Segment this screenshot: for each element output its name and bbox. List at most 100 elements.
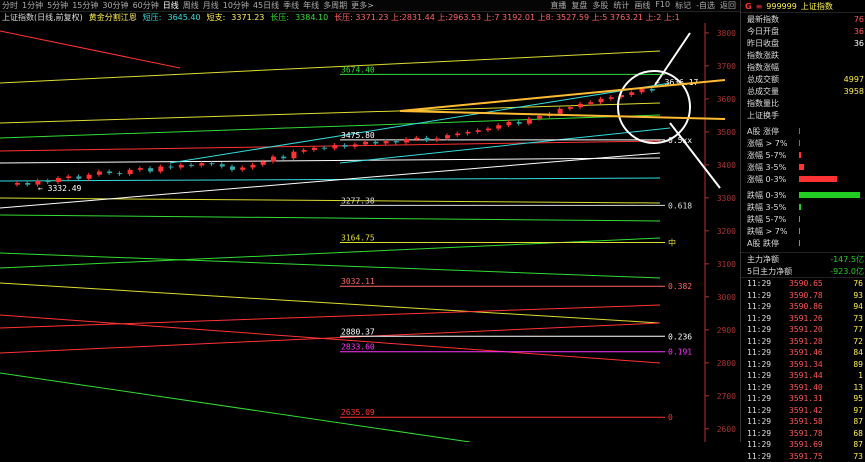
quote-label: 总成交量 xyxy=(747,86,779,97)
period-tab[interactable]: 日线 xyxy=(163,0,179,11)
period-tab[interactable]: 周线 xyxy=(183,0,199,11)
fib-level-ratio: 中 xyxy=(668,237,676,247)
toolbar-button[interactable]: F10 xyxy=(655,0,670,11)
tick-price: 3591.42 xyxy=(789,406,843,415)
tick-time: 11:29 xyxy=(747,417,789,426)
period-tab[interactable]: 10分钟 xyxy=(223,0,249,11)
y-tick-label: 3200 xyxy=(717,227,736,236)
tick-row: 11:293591.7573 xyxy=(741,451,865,462)
quote-row: 今日开盘36 xyxy=(741,25,865,37)
toolbar-button[interactable]: 画线 xyxy=(634,0,650,11)
quote-value: 36 xyxy=(854,39,864,48)
tick-row: 11:293591.6987 xyxy=(741,439,865,451)
candle-body xyxy=(517,122,522,124)
tick-price: 3591.20 xyxy=(789,325,843,334)
chart-svg[interactable]: 3800370036003500340033003200310030002900… xyxy=(0,23,738,442)
fib-level-ratio: 0.382 xyxy=(668,282,692,291)
period-tab[interactable]: 1分钟 xyxy=(22,0,43,11)
candle-body xyxy=(158,167,163,172)
tick-time: 11:29 xyxy=(747,302,789,311)
short-support-value: 3371.23 xyxy=(231,13,264,22)
kline-chart[interactable]: 3800370036003500340033003200310030002900… xyxy=(0,23,738,442)
tick-volume: 93 xyxy=(843,291,863,300)
fib-level-price: 2635.09 xyxy=(341,408,375,417)
toolbar-button[interactable]: 返回 xyxy=(720,0,736,11)
tick-price: 3591.46 xyxy=(789,348,843,357)
candle-body xyxy=(97,171,102,174)
trend-line xyxy=(0,115,660,138)
candle-body xyxy=(250,165,255,168)
quote-row: 指数涨幅 xyxy=(741,61,865,73)
period-tab[interactable]: 5分钟 xyxy=(47,0,68,11)
breadth-label: 涨幅 5-7% xyxy=(747,150,799,161)
breadth-row: 涨幅 3-5% xyxy=(741,161,865,173)
toolbar-button[interactable]: 直播 xyxy=(550,0,566,11)
trend-line xyxy=(0,31,180,68)
tick-time: 11:29 xyxy=(747,371,789,380)
tick-volume: 95 xyxy=(843,394,863,403)
info-extra: 长压: 3371.23 上:2831.44 上:2963.53 上:7 3192… xyxy=(334,12,679,23)
tick-price: 3591.75 xyxy=(789,452,843,461)
long-pressure-value: 3384.10 xyxy=(295,13,328,22)
tick-volume: 87 xyxy=(843,417,863,426)
menu-icon[interactable]: ≡ xyxy=(756,2,763,11)
period-tab[interactable]: 更多> xyxy=(351,0,374,11)
fib-level-price: 3032.11 xyxy=(341,277,375,286)
short-support-label: 短支: xyxy=(207,12,226,23)
tick-time: 11:29 xyxy=(747,325,789,334)
breadth-row: 跌幅 5-7% xyxy=(741,213,865,225)
tick-row: 11:293591.4684 xyxy=(741,347,865,359)
tick-price: 3591.40 xyxy=(789,383,843,392)
annotation-arrow xyxy=(670,123,720,188)
period-tab[interactable]: 年线 xyxy=(303,0,319,11)
tick-row: 11:293591.3195 xyxy=(741,393,865,405)
y-tick-label: 3600 xyxy=(717,95,736,104)
period-tab[interactable]: 月线 xyxy=(203,0,219,11)
period-tab[interactable]: 分时 xyxy=(2,0,18,11)
breadth-bar xyxy=(799,228,800,234)
tick-time: 11:29 xyxy=(747,429,789,438)
y-tick-label: 3700 xyxy=(717,62,736,71)
trend-line xyxy=(170,83,670,163)
candle-body xyxy=(486,129,491,131)
quote-row: 指数量比 xyxy=(741,97,865,109)
period-tab[interactable]: 多周期 xyxy=(323,0,347,11)
candle-body xyxy=(558,109,563,114)
candle-body xyxy=(169,167,174,168)
period-tab[interactable]: 30分钟 xyxy=(102,0,128,11)
period-tab[interactable]: 60分钟 xyxy=(133,0,159,11)
tick-price: 3591.44 xyxy=(789,371,843,380)
y-tick-label: 3300 xyxy=(717,194,736,203)
breadth-bar xyxy=(799,176,837,182)
period-tab[interactable]: 15分钟 xyxy=(72,0,98,11)
tick-list[interactable]: 11:293590.657611:293590.789311:293590.86… xyxy=(741,277,865,462)
fib-level-price: 3277.38 xyxy=(341,196,375,205)
candle-body xyxy=(220,164,225,166)
toolbar-button[interactable]: 标记 xyxy=(675,0,691,11)
tick-time: 11:29 xyxy=(747,452,789,461)
breadth-row: 涨幅 0-3% xyxy=(741,173,865,185)
breadth-row: 跌幅 3-5% xyxy=(741,201,865,213)
toolbar-button[interactable]: 复盘 xyxy=(571,0,587,11)
breadth-row: A股 涨停 xyxy=(741,125,865,137)
tick-price: 3591.58 xyxy=(789,417,843,426)
toolbar-button[interactable]: -自选 xyxy=(696,0,715,11)
tick-row: 11:293591.7868 xyxy=(741,428,865,440)
period-tab[interactable]: 45日线 xyxy=(253,0,279,11)
quote-label: 昨日收盘 xyxy=(747,38,779,49)
candle-body xyxy=(445,135,450,138)
quote-label: 指数涨幅 xyxy=(747,62,779,73)
candle-body xyxy=(302,150,307,152)
candle-body xyxy=(435,138,440,140)
fib-level-price: 3674.40 xyxy=(341,65,375,74)
toolbar-button[interactable]: 多股 xyxy=(592,0,608,11)
trend-line xyxy=(0,323,660,353)
five-day-flow-row: 5日主力净额 -923.0亿 xyxy=(741,265,865,277)
tick-volume: 68 xyxy=(843,429,863,438)
toolbar-button[interactable]: 统计 xyxy=(613,0,629,11)
main-flow-row: 主力净额 -147.5亿 xyxy=(741,253,865,265)
period-tab[interactable]: 季线 xyxy=(283,0,299,11)
quote-label: 指数量比 xyxy=(747,98,779,109)
quote-label: 指数涨跌 xyxy=(747,50,779,61)
candle-body xyxy=(87,175,92,179)
